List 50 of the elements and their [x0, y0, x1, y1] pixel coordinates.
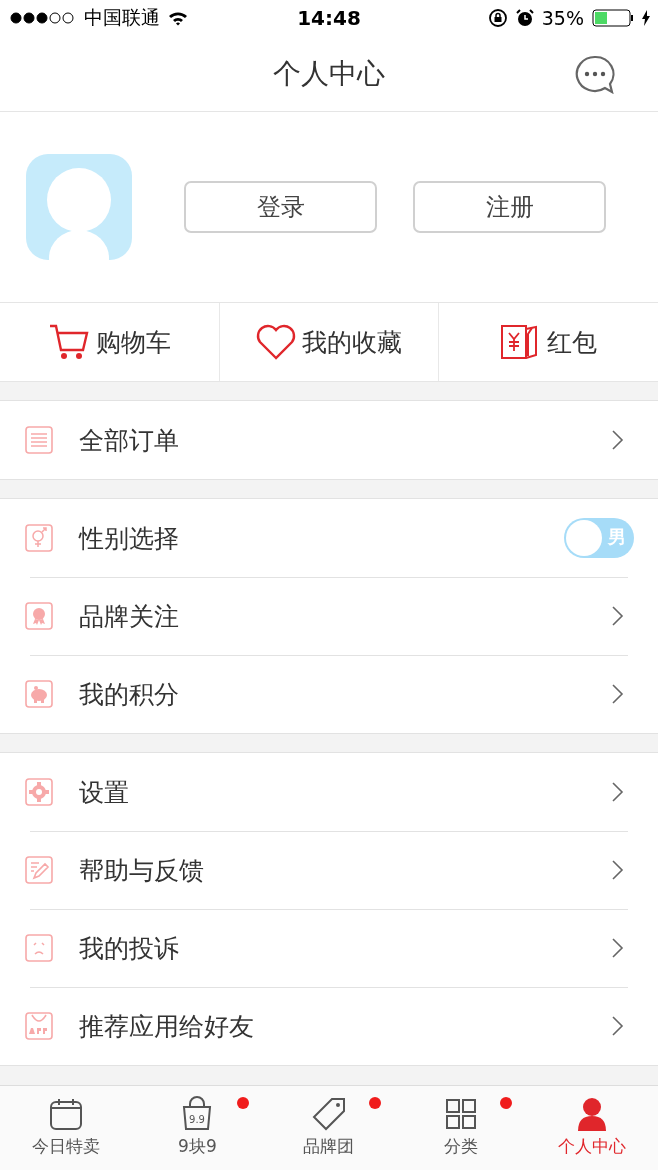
avatar-icon	[26, 154, 132, 260]
register-button[interactable]: 注册	[413, 181, 606, 233]
chevron-icon	[612, 860, 624, 880]
alarm-icon	[515, 9, 534, 27]
wifi-icon	[168, 10, 188, 26]
chevron-icon	[612, 938, 624, 958]
pencil-icon	[25, 856, 53, 884]
tab-item[interactable]: 今日特卖	[0, 1086, 132, 1170]
tab-item[interactable]: 品牌团	[263, 1086, 395, 1170]
menu-row[interactable]: 推荐应用给好友	[0, 987, 658, 1065]
battery-icon	[592, 9, 634, 27]
medal-icon	[25, 602, 53, 630]
grid-icon	[443, 1097, 478, 1131]
tab-item[interactable]: 分类	[394, 1086, 527, 1170]
tab-item[interactable]: 个人中心	[526, 1086, 658, 1170]
shortcut-item[interactable]: 我的收藏	[218, 303, 439, 381]
chevron-icon	[612, 430, 624, 450]
page-title: 个人中心	[273, 55, 385, 92]
shortcut-item[interactable]: 购物车	[0, 303, 219, 381]
heart-icon	[256, 324, 296, 360]
chevron-icon	[612, 606, 624, 626]
cart-icon	[47, 323, 90, 361]
menu-row[interactable]: 性别选择 男	[0, 499, 658, 577]
login-button[interactable]: 登录	[184, 181, 377, 233]
menu-row[interactable]: 我的积分	[0, 655, 658, 733]
app-icon	[25, 1012, 53, 1040]
chevron-icon	[612, 782, 624, 802]
menu-row[interactable]: 品牌关注	[0, 577, 658, 655]
menu-row[interactable]: 我的投诉	[0, 909, 658, 987]
tab-item[interactable]: 9.9 9块9	[131, 1086, 264, 1170]
chevron-icon	[612, 1016, 624, 1036]
rotation-lock-icon	[487, 8, 508, 28]
list-icon	[25, 426, 53, 454]
gender-icon	[25, 524, 53, 552]
shortcut-item[interactable]: 红包	[438, 303, 658, 381]
chat-bubble-icon[interactable]	[574, 54, 616, 94]
menu-row[interactable]: 设置	[0, 753, 658, 831]
tag-icon	[310, 1097, 348, 1131]
menu-row[interactable]: 帮助与反馈	[0, 831, 658, 909]
piggy-icon	[25, 680, 53, 708]
gear-icon	[25, 778, 53, 806]
signal-icon	[10, 12, 76, 24]
carrier-name: 中国联通	[84, 5, 160, 30]
menu-row[interactable]: 全部订单	[0, 401, 658, 479]
calendar-icon	[48, 1097, 83, 1131]
clock-time: 14:48	[297, 6, 361, 30]
chevron-icon	[612, 684, 624, 704]
battery-percent: 35%	[541, 7, 584, 29]
sad-icon	[25, 934, 53, 962]
charging-icon	[642, 10, 650, 26]
